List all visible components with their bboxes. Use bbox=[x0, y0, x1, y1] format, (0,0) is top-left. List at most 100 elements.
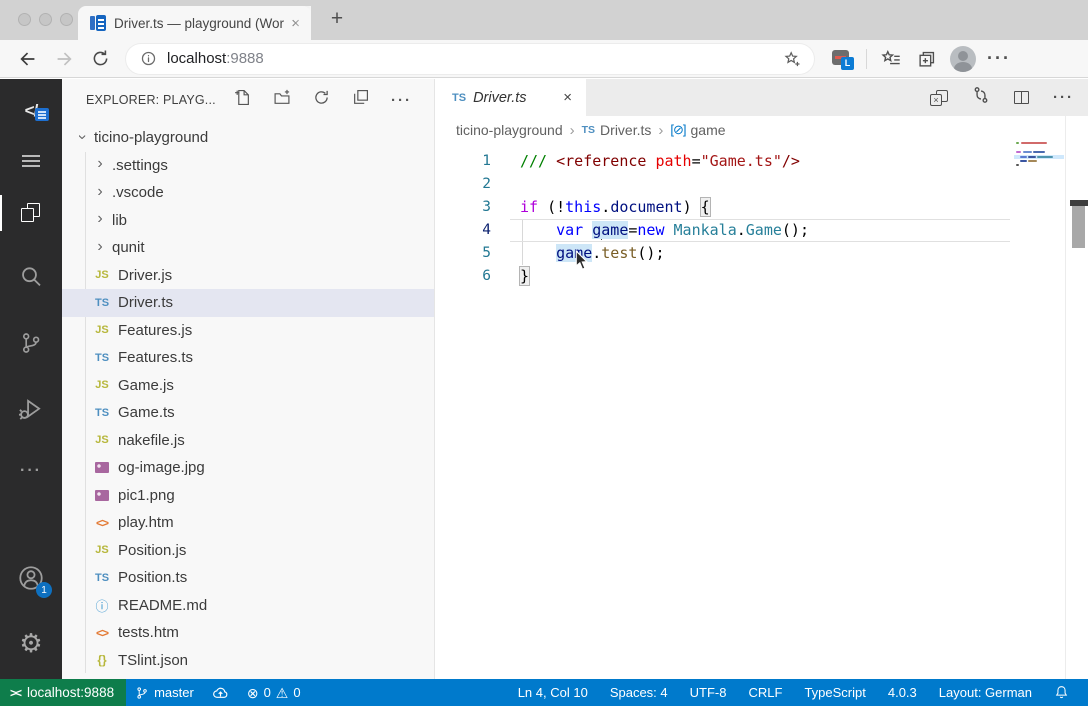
back-icon bbox=[17, 48, 39, 70]
open-changes-button[interactable] bbox=[972, 86, 990, 109]
tree-item-og-image-jpg[interactable]: og-image.jpg bbox=[62, 454, 434, 482]
accounts-badge: 1 bbox=[36, 582, 52, 598]
forward-icon bbox=[53, 48, 75, 70]
status-item-master[interactable]: master bbox=[126, 679, 203, 706]
star-add-icon bbox=[782, 49, 802, 69]
code-line-2[interactable]: 2 bbox=[436, 173, 1088, 196]
minimap[interactable] bbox=[1014, 140, 1064, 198]
collections-button[interactable] bbox=[909, 44, 945, 74]
status-item-4-0-3[interactable]: 4.0.3 bbox=[877, 679, 928, 706]
new-file-button[interactable] bbox=[234, 89, 251, 111]
status-item-cloud[interactable] bbox=[203, 679, 238, 706]
browser-window: Driver.ts — playground (Works × + localh… bbox=[0, 0, 1088, 706]
status-item-crlf[interactable]: CRLF bbox=[737, 679, 793, 706]
address-bar[interactable]: localhost:9888 bbox=[126, 44, 814, 74]
browser-tab[interactable]: Driver.ts — playground (Works × bbox=[78, 6, 311, 40]
code-line-text: var game=new Mankala.Game(); bbox=[520, 219, 809, 242]
close-window-button[interactable] bbox=[18, 13, 31, 26]
scrollbar-thumb[interactable] bbox=[1072, 206, 1085, 248]
close-editor-icon[interactable]: × bbox=[559, 89, 576, 106]
status-label: Ln 4, Col 10 bbox=[518, 685, 588, 700]
code-line-4[interactable]: 4 var game=new Mankala.Game(); bbox=[436, 219, 1088, 242]
tree-item-driver-ts[interactable]: TSDriver.ts bbox=[62, 289, 434, 317]
tree-item-position-js[interactable]: JSPosition.js bbox=[62, 537, 434, 565]
status-item-typescript[interactable]: TypeScript bbox=[793, 679, 876, 706]
views-more-button[interactable]: ··· bbox=[391, 92, 412, 109]
site-info-icon[interactable] bbox=[140, 50, 157, 67]
minimap-mark bbox=[1016, 164, 1019, 166]
tree-item-game-ts[interactable]: TSGame.ts bbox=[62, 399, 434, 427]
code-line-text: /// <reference path="Game.ts"/> bbox=[520, 150, 800, 173]
ts-file-icon: TS bbox=[92, 352, 112, 364]
tree-item-driver-js[interactable]: JSDriver.js bbox=[62, 262, 434, 290]
new-tab-button[interactable]: + bbox=[322, 7, 352, 31]
ts-file-icon: TS bbox=[92, 572, 112, 584]
tree-item-features-js[interactable]: JSFeatures.js bbox=[62, 317, 434, 345]
extension-button[interactable]: L bbox=[824, 44, 860, 74]
refresh-button[interactable] bbox=[313, 89, 330, 111]
source-control-activity-button[interactable] bbox=[0, 319, 62, 367]
minimap-mark bbox=[1016, 142, 1019, 144]
status-item-spaces-4[interactable]: Spaces: 4 bbox=[599, 679, 679, 706]
tree-item-lib[interactable]: ›lib bbox=[62, 207, 434, 235]
reload-button[interactable] bbox=[82, 44, 118, 74]
back-button[interactable] bbox=[10, 44, 46, 74]
search-activity-button[interactable] bbox=[0, 253, 62, 301]
new-folder-icon bbox=[273, 89, 291, 106]
breadcrumb-folder[interactable]: ticino-playground bbox=[456, 122, 563, 138]
browser-menu-button[interactable]: ··· bbox=[981, 44, 1017, 74]
tree-item-tslint-json[interactable]: {}TSlint.json bbox=[62, 647, 434, 675]
tree-item-play-htm[interactable]: <>play.htm bbox=[62, 509, 434, 537]
errors-icon: ⊗ bbox=[247, 686, 259, 700]
js-file-icon: JS bbox=[92, 434, 112, 446]
code-line-5[interactable]: 5 game.test(); bbox=[436, 242, 1088, 265]
close-all-editors-button[interactable]: × bbox=[930, 90, 948, 106]
explorer-activity-button[interactable] bbox=[0, 189, 62, 237]
add-favorite-button[interactable] bbox=[782, 49, 802, 69]
editor-more-actions-button[interactable]: ··· bbox=[1053, 89, 1074, 106]
remote-indicator[interactable]: >< localhost:9888 bbox=[0, 679, 126, 706]
minimap-mark bbox=[1028, 156, 1036, 158]
collapse-folders-icon bbox=[352, 89, 369, 106]
status-label: 4.0.3 bbox=[888, 685, 917, 700]
tree-item--vscode[interactable]: ›.vscode bbox=[62, 179, 434, 207]
tree-item-qunit[interactable]: ›qunit bbox=[62, 234, 434, 262]
tree-item-ticino-playground[interactable]: ›ticino-playground bbox=[62, 124, 434, 152]
tree-item-readme-md[interactable]: ⓘREADME.md bbox=[62, 592, 434, 620]
accounts-button[interactable]: 1 bbox=[0, 554, 62, 602]
zoom-window-button[interactable] bbox=[60, 13, 73, 26]
additional-views-button[interactable]: ··· bbox=[0, 447, 62, 495]
publish-cloud-icon bbox=[212, 685, 229, 700]
tree-item-features-ts[interactable]: TSFeatures.ts bbox=[62, 344, 434, 372]
status-item-ln-4-col-10[interactable]: Ln 4, Col 10 bbox=[507, 679, 599, 706]
code-line-3[interactable]: 3if (!this.document) { bbox=[436, 196, 1088, 219]
menu-button[interactable] bbox=[0, 137, 62, 185]
new-folder-button[interactable] bbox=[273, 89, 291, 111]
tree-item--settings[interactable]: ›.settings bbox=[62, 152, 434, 180]
collapse-folders-button[interactable] bbox=[352, 89, 369, 111]
forward-button[interactable] bbox=[46, 44, 82, 74]
status-item-utf-8[interactable]: UTF-8 bbox=[679, 679, 738, 706]
tree-item-position-ts[interactable]: TSPosition.ts bbox=[62, 564, 434, 592]
tree-item-pic1-png[interactable]: pic1.png bbox=[62, 482, 434, 510]
tree-item-game-js[interactable]: JSGame.js bbox=[62, 372, 434, 400]
code-line-6[interactable]: 6} bbox=[436, 265, 1088, 288]
profile-button[interactable] bbox=[945, 44, 981, 74]
run-debug-activity-button[interactable] bbox=[0, 385, 62, 433]
breadcrumb-file[interactable]: Driver.ts bbox=[600, 122, 651, 138]
minimize-window-button[interactable] bbox=[39, 13, 52, 26]
tree-item-tests-htm[interactable]: <>tests.htm bbox=[62, 619, 434, 647]
favorites-button[interactable] bbox=[873, 44, 909, 74]
code-line-text: if (!this.document) { bbox=[520, 196, 710, 219]
tree-item-nakefile-js[interactable]: JSnakefile.js bbox=[62, 427, 434, 455]
window-controls[interactable] bbox=[18, 13, 73, 26]
status-item-0[interactable]: ⊗0⚠0 bbox=[238, 679, 310, 706]
status-item-bell[interactable] bbox=[1043, 679, 1080, 706]
editor-tab-driver-ts[interactable]: TS Driver.ts × bbox=[436, 79, 586, 116]
code-line-1[interactable]: 1/// <reference path="Game.ts"/> bbox=[436, 150, 1088, 173]
settings-button[interactable]: ⚙ bbox=[0, 619, 62, 667]
status-item-layout-german[interactable]: Layout: German bbox=[928, 679, 1043, 706]
code-editor[interactable]: 1/// <reference path="Game.ts"/>23if (!t… bbox=[436, 144, 1088, 679]
breadcrumb-symbol[interactable]: game bbox=[691, 122, 726, 138]
split-editor-button[interactable] bbox=[1014, 91, 1029, 104]
